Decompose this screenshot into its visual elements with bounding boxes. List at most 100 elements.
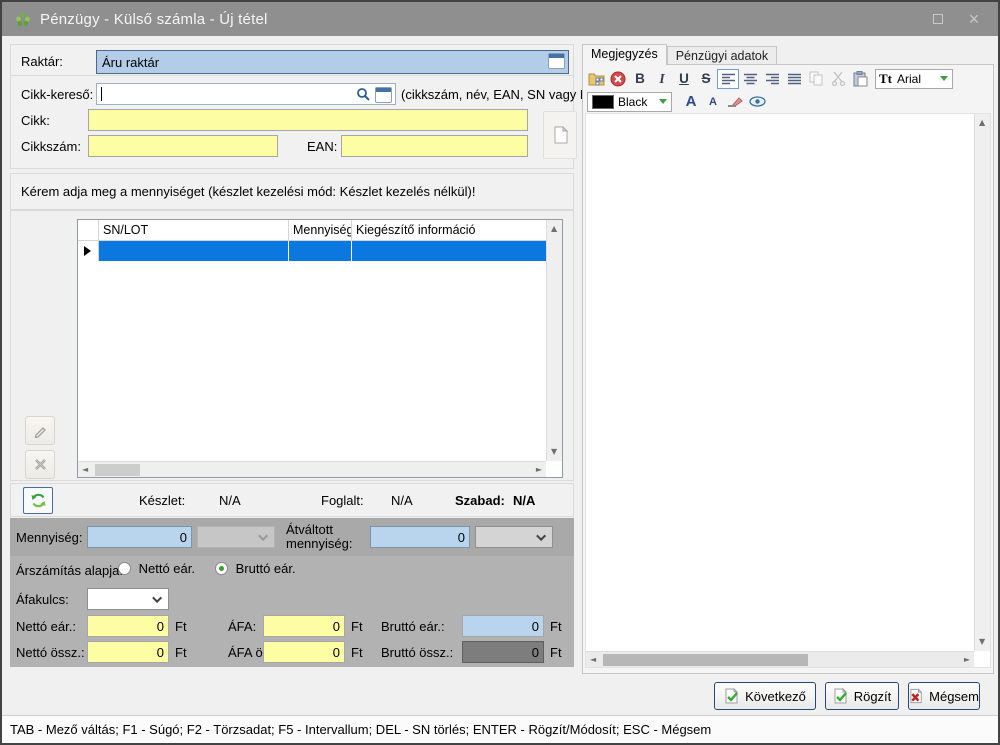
edit-row-button[interactable] bbox=[25, 416, 55, 445]
quantity-input[interactable] bbox=[87, 526, 192, 548]
item-number-field[interactable] bbox=[88, 135, 278, 157]
marker-column-header bbox=[78, 220, 99, 240]
currency-label: Ft bbox=[550, 619, 562, 634]
net-price-label: Nettó eár.: bbox=[16, 619, 76, 634]
net-price-input[interactable] bbox=[87, 615, 169, 637]
scroll-up-icon[interactable]: ▲ bbox=[979, 119, 985, 127]
table-header-row: SN/LOT Mennyiség Kiegészítő információ bbox=[78, 220, 562, 241]
grow-font-button[interactable]: A bbox=[680, 92, 702, 112]
preview-button[interactable] bbox=[746, 92, 768, 112]
vat-input[interactable] bbox=[263, 615, 345, 637]
align-right-button[interactable] bbox=[761, 69, 783, 89]
cell-mennyiseg bbox=[289, 241, 352, 261]
next-button[interactable]: Következő bbox=[714, 682, 816, 710]
search-icon[interactable] bbox=[356, 87, 371, 102]
font-color-value: Black bbox=[618, 94, 648, 109]
cut-button[interactable] bbox=[827, 69, 849, 89]
cell-info bbox=[352, 241, 546, 261]
editor-vertical-scrollbar[interactable]: ▲ ▼ bbox=[974, 114, 990, 651]
warehouse-value: Áru raktár bbox=[102, 54, 160, 70]
scroll-right-icon[interactable]: ► bbox=[536, 466, 542, 474]
radio-netto[interactable]: Nettó eár. bbox=[118, 561, 195, 576]
scrollbar-thumb[interactable] bbox=[603, 654, 808, 666]
quantity-band: Mennyiség: Átváltott mennyiség: bbox=[10, 518, 574, 556]
scroll-up-icon[interactable]: ▲ bbox=[551, 225, 557, 233]
italic-button[interactable]: I bbox=[651, 69, 673, 89]
item-search-input[interactable] bbox=[96, 83, 396, 105]
table-row-selected[interactable] bbox=[78, 241, 562, 261]
note-editor[interactable]: ▲ ▼ ◄ ► bbox=[585, 113, 991, 668]
align-right-icon bbox=[765, 73, 779, 84]
maximize-button[interactable] bbox=[920, 2, 956, 36]
underline-button[interactable]: U bbox=[673, 69, 695, 89]
delete-row-button[interactable] bbox=[25, 450, 55, 479]
app-icon bbox=[16, 12, 30, 26]
copy-icon bbox=[809, 71, 823, 86]
refresh-stock-button[interactable] bbox=[23, 487, 53, 514]
title-bar[interactable]: Pénzügy - Külső számla - Új tétel × bbox=[2, 2, 998, 36]
warehouse-select[interactable]: Áru raktár bbox=[96, 50, 569, 74]
cancel-button[interactable]: Mégsem bbox=[908, 682, 980, 710]
row-marker bbox=[78, 241, 99, 261]
delete-circle-icon bbox=[610, 71, 626, 86]
stock-value: N/A bbox=[219, 493, 241, 508]
scrollbar-thumb[interactable] bbox=[95, 464, 140, 476]
editor-horizontal-scrollbar[interactable]: ◄ ► bbox=[586, 651, 974, 667]
close-button[interactable]: × bbox=[956, 2, 992, 36]
message-group: Kérem adja meg a mennyiséget (készlet ke… bbox=[10, 173, 574, 210]
scroll-left-icon[interactable]: ◄ bbox=[590, 656, 596, 664]
bold-button[interactable]: B bbox=[629, 69, 651, 89]
column-header-snlot[interactable]: SN/LOT bbox=[99, 220, 289, 240]
tab-penzugyi-adatok[interactable]: Pénzügyi adatok bbox=[666, 46, 778, 65]
align-left-button[interactable] bbox=[717, 68, 739, 89]
align-justify-button[interactable] bbox=[783, 69, 805, 89]
column-header-mennyiseg[interactable]: Mennyiség bbox=[289, 220, 352, 240]
item-field[interactable] bbox=[88, 109, 528, 131]
close-icon: × bbox=[968, 9, 980, 29]
converted-unit-select[interactable] bbox=[475, 526, 553, 548]
cut-icon bbox=[831, 71, 845, 86]
tab-megjegyzes[interactable]: Megjegyzés bbox=[582, 44, 667, 65]
radio-brutto[interactable]: Bruttó eár. bbox=[215, 561, 296, 576]
open-template-button[interactable] bbox=[585, 69, 607, 89]
scroll-down-icon[interactable]: ▼ bbox=[979, 638, 985, 646]
gross-price-input[interactable] bbox=[462, 615, 544, 637]
shrink-font-button[interactable]: A bbox=[702, 92, 724, 112]
lookup-window-icon[interactable] bbox=[548, 53, 565, 69]
vat-total-input[interactable] bbox=[263, 641, 345, 663]
new-item-button[interactable] bbox=[543, 111, 577, 159]
format-toolbar-row1: B I U S Tt Arial bbox=[585, 67, 953, 90]
align-left-icon bbox=[721, 73, 735, 84]
color-swatch bbox=[592, 94, 614, 109]
scroll-right-icon[interactable]: ► bbox=[964, 656, 970, 664]
vat-key-select[interactable] bbox=[87, 588, 169, 610]
scroll-down-icon[interactable]: ▼ bbox=[551, 448, 557, 456]
scroll-left-icon[interactable]: ◄ bbox=[82, 466, 88, 474]
table-vertical-scrollbar[interactable]: ▲ ▼ bbox=[546, 220, 562, 461]
notes-tab-bar: Megjegyzés Pénzügyi adatok bbox=[582, 44, 778, 65]
quantity-label: Mennyiség: bbox=[16, 530, 83, 545]
stock-group: Készlet: N/A Foglalt: N/A Szabad: N/A bbox=[10, 483, 574, 517]
sn-lot-table: SN/LOT Mennyiség Kiegészítő információ ▲… bbox=[77, 219, 563, 478]
save-button[interactable]: Rögzít bbox=[825, 682, 899, 710]
lookup-window-icon[interactable] bbox=[375, 87, 392, 103]
converted-quantity-input[interactable] bbox=[370, 526, 470, 548]
column-header-info[interactable]: Kiegészítő információ bbox=[352, 220, 562, 240]
net-total-input[interactable] bbox=[87, 641, 169, 663]
quantity-unit-select[interactable] bbox=[197, 526, 275, 548]
erase-format-button[interactable] bbox=[724, 92, 746, 112]
window-title: Pénzügy - Külső számla - Új tétel bbox=[40, 10, 268, 28]
font-family-select[interactable]: Tt Arial bbox=[875, 68, 953, 89]
text-caret bbox=[101, 87, 102, 101]
font-color-select[interactable]: Black bbox=[587, 91, 672, 112]
table-horizontal-scrollbar[interactable]: ◄ ► bbox=[78, 461, 546, 477]
copy-button[interactable] bbox=[805, 69, 827, 89]
align-center-button[interactable] bbox=[739, 69, 761, 89]
currency-label: Ft bbox=[175, 645, 187, 660]
cell-snlot bbox=[99, 241, 289, 261]
strikethrough-button[interactable]: S bbox=[695, 69, 717, 89]
eraser-icon bbox=[728, 96, 743, 107]
paste-button[interactable] bbox=[849, 69, 871, 89]
clear-note-button[interactable] bbox=[607, 69, 629, 89]
ean-field[interactable] bbox=[341, 135, 528, 157]
